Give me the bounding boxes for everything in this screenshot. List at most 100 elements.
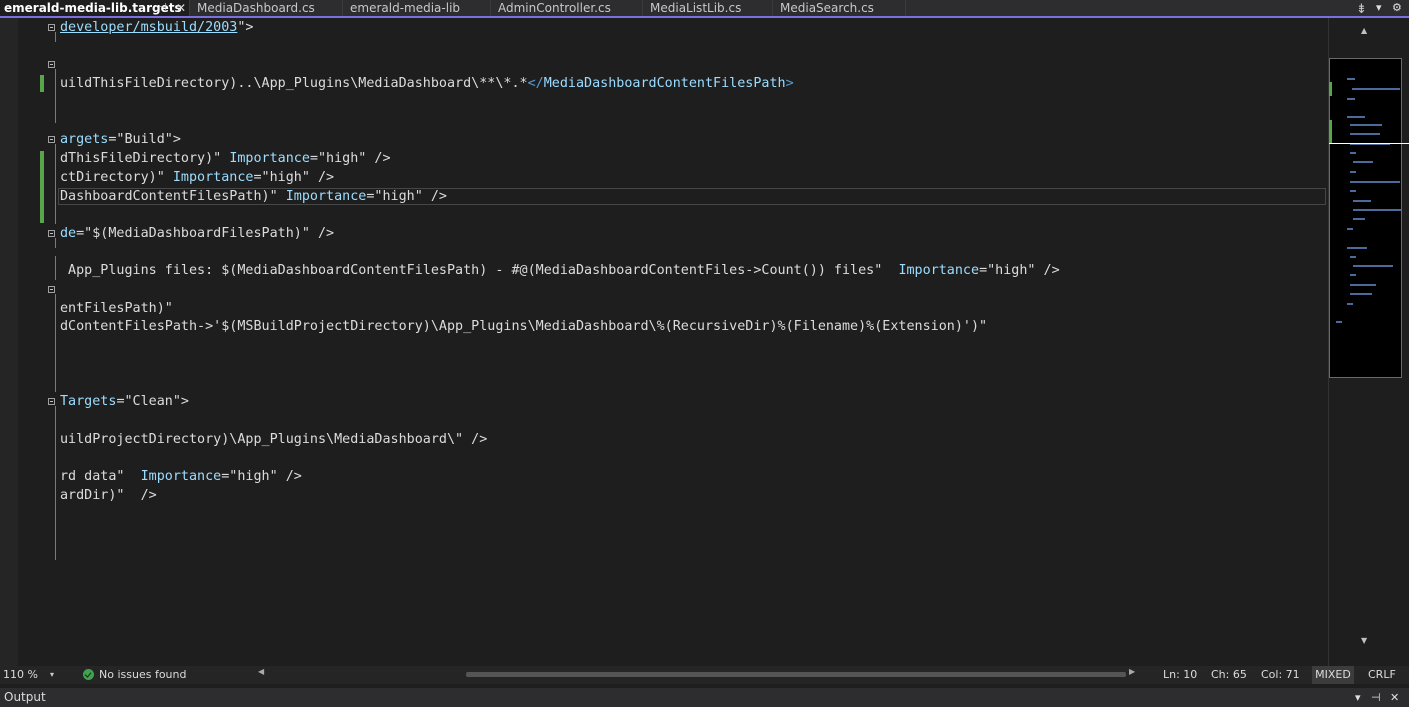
code-token: rd data" [60, 469, 141, 484]
code-token: Importance [229, 151, 310, 166]
minimap-line [1350, 171, 1356, 173]
fold-toggle-icon[interactable] [48, 398, 55, 405]
minimap-line [1350, 181, 1400, 183]
tab-label: MediaDashboard.cs [197, 1, 315, 15]
fold-guide [55, 238, 56, 248]
code-token: argets [60, 132, 109, 147]
minimap-change-marker [1329, 82, 1332, 96]
output-panel-title[interactable]: Output [4, 688, 46, 707]
char-number[interactable]: Ch: 65 [1211, 666, 1247, 684]
tab-label: AdminController.cs [498, 1, 611, 15]
scroll-left-icon[interactable]: ◀ [258, 667, 264, 676]
code-token: ="high" /> [309, 151, 391, 166]
close-icon[interactable]: ✕ [176, 0, 186, 16]
code-token: dThisFileDirectory)" [60, 151, 230, 166]
tab-overflow-icon[interactable]: ▾ [1376, 0, 1382, 16]
tab-label: emerald-media-lib [350, 1, 461, 15]
fold-guide [55, 69, 56, 123]
whitespace-mode[interactable]: MIXED [1312, 666, 1354, 684]
code-token: </ [527, 76, 544, 91]
tab-medialistlib-cs[interactable]: MediaListLib.cs [644, 0, 773, 16]
minimap-line [1347, 116, 1365, 118]
code-line: ctDirectory)" Importance="high" /> [60, 168, 334, 187]
pin-icon[interactable]: ⊣ [158, 0, 167, 16]
line-number[interactable]: Ln: 10 [1163, 666, 1197, 684]
change-marker [40, 75, 44, 92]
code-token: ="high" /> [979, 263, 1060, 278]
minimap-viewport[interactable] [1329, 58, 1402, 378]
output-panel-header: Output ▾ ⊣ ✕ [0, 688, 1409, 707]
code-token: ardDir)" /> [60, 488, 157, 503]
code-editor[interactable]: developer/msbuild/2003"> uildThisFileDir… [18, 18, 1328, 666]
tab-admincontroller-cs[interactable]: AdminController.cs [492, 0, 643, 16]
code-token: Importance [140, 469, 222, 484]
chevron-down-icon[interactable]: ▾ [1355, 688, 1361, 707]
fold-toggle-icon[interactable] [48, 286, 55, 293]
code-token: uildThisFileDirectory)..\App_Plugins\Med… [60, 76, 528, 91]
code-line: dContentFilesPath->'$(MSBuildProjectDire… [60, 317, 987, 336]
minimap-line [1350, 274, 1356, 276]
code-token: ctDirectory)" [60, 170, 173, 185]
code-line: App_Plugins files: $(MediaDashboardConte… [60, 261, 1060, 280]
code-line: uildThisFileDirectory)..\App_Plugins\Med… [60, 74, 794, 93]
column-number[interactable]: Col: 71 [1261, 666, 1300, 684]
tab-mediadashboard-cs[interactable]: MediaDashboard.cs [191, 0, 343, 16]
tab-emerald-media-lib-targets[interactable]: emerald-media-lib.targets ⊣ ✕ [0, 0, 190, 16]
code-line: de="$(MediaDashboardFilesPath)" /> [60, 224, 334, 243]
line-ending[interactable]: CRLF [1368, 666, 1396, 684]
zoom-dropdown-icon[interactable]: ▾ [50, 666, 54, 684]
minimap-line [1347, 303, 1353, 305]
code-token: ="$(MediaDashboardFilesPath)" /> [76, 226, 335, 241]
minimap-line [1350, 152, 1356, 154]
minimap-line [1353, 209, 1401, 211]
code-token: App_Plugins files: $(MediaDashboardConte… [60, 263, 899, 278]
code-line: uildProjectDirectory)\App_Plugins\MediaD… [60, 430, 487, 449]
horizontal-scrollbar[interactable]: ◀ ▶ [258, 667, 1138, 678]
minimap-line [1350, 256, 1356, 258]
code-token: ="Clean"> [116, 394, 189, 409]
fold-toggle-icon[interactable] [48, 24, 55, 31]
code-token: MediaDashboardContentFilesPath [543, 76, 786, 91]
tab-label: MediaSearch.cs [780, 1, 874, 15]
close-icon[interactable]: ✕ [1390, 688, 1399, 707]
scroll-down-icon[interactable]: ▼ [1361, 636, 1367, 645]
pin-icon[interactable]: ⊣ [1371, 688, 1381, 707]
issues-status[interactable]: No issues found [99, 666, 186, 684]
document-tab-bar: emerald-media-lib.targets ⊣ ✕ MediaDashb… [0, 0, 1409, 16]
minimap-line [1350, 284, 1376, 286]
minimap-line [1350, 124, 1382, 126]
code-token: > [785, 76, 794, 91]
fold-guide [55, 32, 56, 42]
tab-emerald-media-lib[interactable]: emerald-media-lib [344, 0, 491, 16]
zoom-level[interactable]: 110 % [3, 666, 38, 684]
minimap-line [1353, 200, 1371, 202]
minimap-line [1353, 161, 1373, 163]
split-editor-icon[interactable]: ⇟ [1356, 2, 1367, 17]
code-token: "> [237, 20, 254, 35]
code-line: rd data" Importance="high" /> [60, 467, 302, 486]
code-token: Importance [285, 189, 367, 204]
code-token: ="high" /> [221, 469, 302, 484]
check-circle-icon [83, 669, 94, 680]
minimap-line [1336, 321, 1342, 323]
code-line: developer/msbuild/2003"> [60, 18, 254, 37]
fold-guide [55, 294, 56, 392]
code-token: ="high" /> [253, 170, 335, 185]
tab-label: emerald-media-lib.targets [4, 1, 182, 15]
minimap-line [1350, 190, 1356, 192]
fold-toggle-icon[interactable] [48, 61, 55, 68]
code-token: entFilesPath)" [60, 301, 173, 316]
fold-guide [55, 144, 56, 224]
minimap-line [1347, 98, 1355, 100]
code-token: Targets [60, 394, 117, 409]
code-line: ardDir)" /> [60, 486, 157, 505]
minimap-line [1347, 78, 1355, 80]
horizontal-scroll-thumb[interactable] [466, 672, 1126, 677]
fold-toggle-icon[interactable] [48, 136, 55, 143]
scroll-up-icon[interactable]: ▲ [1361, 26, 1367, 35]
tab-mediasearch-cs[interactable]: MediaSearch.cs [774, 0, 906, 16]
settings-icon[interactable]: ⚙ [1392, 0, 1402, 16]
fold-toggle-icon[interactable] [48, 230, 55, 237]
code-token[interactable]: developer/msbuild/2003 [60, 20, 237, 35]
scroll-right-icon[interactable]: ▶ [1129, 667, 1135, 676]
